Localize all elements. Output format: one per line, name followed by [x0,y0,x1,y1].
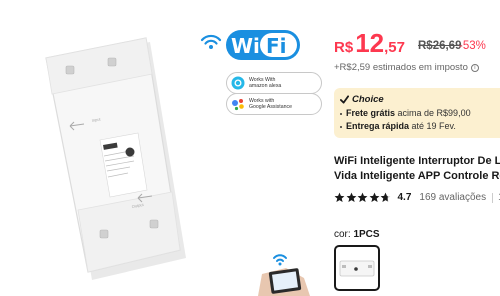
divider [492,192,494,203]
works-with-google-badge: Works with Google Assistance [226,93,322,115]
star-rating [334,192,392,203]
svg-text:Fi: Fi [266,34,287,58]
price-currency: R$ [334,39,354,56]
wifi-logo: Wi Fi [198,26,302,64]
works-with-alexa-badge: Works With amazon alexa [226,72,322,94]
price-integer: 12 [355,28,385,58]
fast-delivery-line: Entrega rápida até 19 Fev. [340,121,500,131]
price-decimal: ,57 [384,39,405,56]
free-shipping-line: Frete grátis acima de R$99,00 [340,108,500,118]
discount-badge: -53% [459,40,486,52]
free-shipping-bold: Frete grátis [346,108,396,118]
product-title-line2: Vida Inteligente APP Controle Rem [334,170,500,182]
rating-value: 4.7 [397,192,412,203]
product-title: WiFi Inteligente Interruptor De Lu Vida … [334,154,500,184]
phone-in-hand-image [258,254,310,296]
choice-shipping-box: Choice Frete grátis acima de R$99,00 Ent… [334,88,500,138]
review-count-link[interactable]: 169 avaliações [419,192,486,203]
amazon-alexa-icon [231,76,245,90]
free-shipping-text: acima de R$99,00 [395,108,471,118]
choice-tag-label: Choice [352,94,384,105]
product-title-line1: WiFi Inteligente Interruptor De Lu [334,155,500,167]
info-icon[interactable]: i [470,63,479,72]
option-label-key: cor: [334,229,351,240]
choice-tag: Choice [340,94,500,105]
star-icon [380,192,391,202]
star-icon [369,192,379,202]
option-thumbnail-image [339,260,375,277]
current-price: R$12,57 [334,28,405,59]
product-details-panel: R$12,57 R$26,69 -53% +R$2,59 estimados e… [334,0,500,296]
tax-note: +R$2,59 estimados em imposto i [334,62,479,73]
option-selected-value: 1PCS [353,229,380,240]
option-thumbnail-1pcs[interactable] [334,245,380,291]
star-icon [357,192,368,202]
badge-line2: Google Assistance [249,104,292,110]
product-image[interactable]: Input Output Wi Fi Works With amazon ale… [0,0,328,296]
badge-line2: amazon alexa [249,83,282,89]
star-icon [346,192,356,202]
svg-text:Wi: Wi [231,34,260,58]
google-assistant-icon [232,99,244,111]
color-option-label: cor: 1PCS [334,229,380,240]
fast-delivery-bold: Entrega rápida [346,121,410,131]
original-price: R$26,69 [418,40,462,52]
star-icon [334,192,345,202]
tax-note-text: +R$2,59 estimados em imposto [334,62,468,73]
choice-check-icon [340,95,349,104]
rating-row[interactable]: 4.7 169 avaliações 1 [334,192,500,203]
fast-delivery-text: até 19 Fev. [409,121,456,131]
